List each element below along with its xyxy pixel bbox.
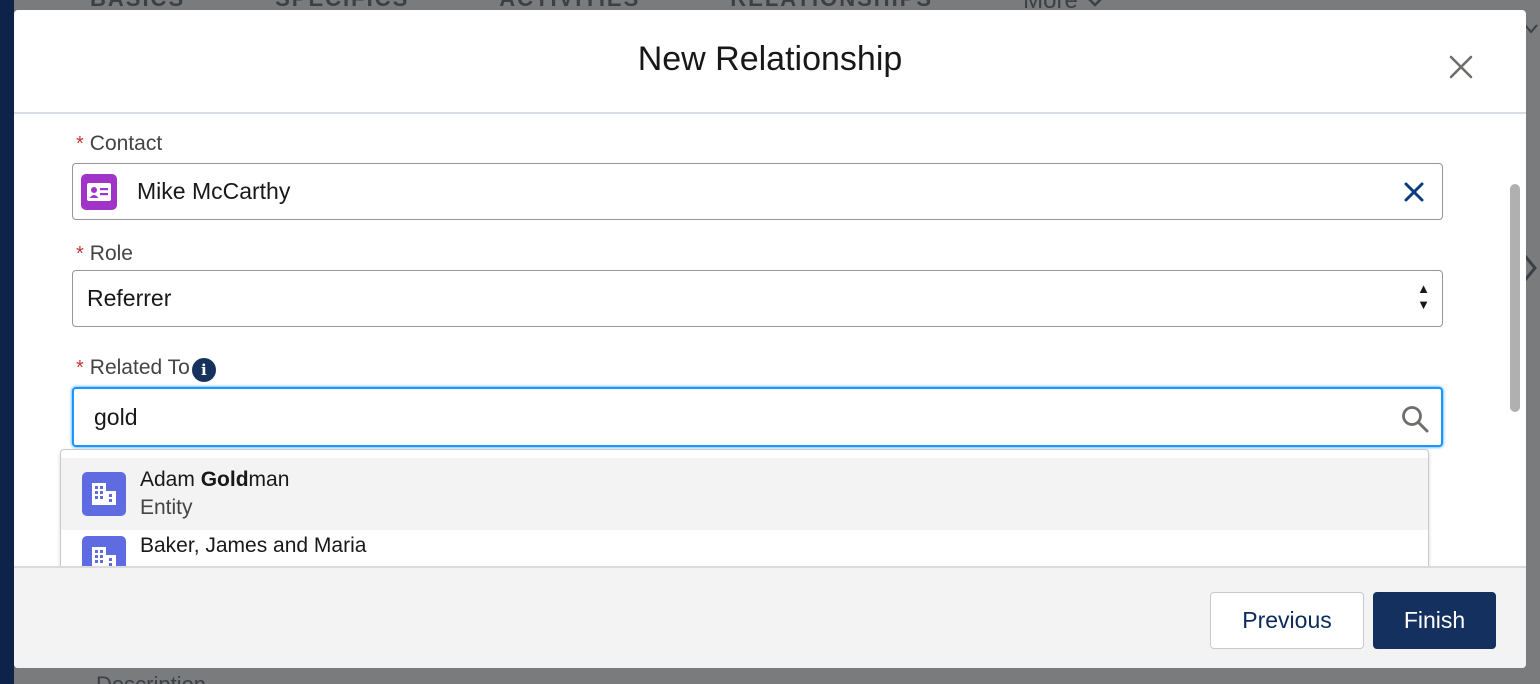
search-button[interactable] xyxy=(1397,401,1433,437)
clear-contact-button[interactable] xyxy=(1398,176,1430,208)
modal-body: * Contact Mike McCarthy * Role Referrer … xyxy=(14,116,1526,568)
contact-value: Mike McCarthy xyxy=(137,178,291,204)
related-to-label-text: Related To xyxy=(89,356,190,379)
related-to-input[interactable] xyxy=(94,403,1374,431)
background-nav-strip xyxy=(0,0,14,684)
modal-title: New Relationship xyxy=(637,40,903,78)
related-to-search-field[interactable] xyxy=(72,387,1443,447)
option-match-highlight: Gold xyxy=(200,468,249,491)
modal-footer: Previous Finish xyxy=(14,566,1526,668)
modal-header: New Relationship xyxy=(14,10,1526,114)
close-icon xyxy=(1449,55,1473,79)
search-icon xyxy=(1402,406,1429,433)
chevron-down-icon xyxy=(1088,0,1102,7)
option-title: Adam Goldman xyxy=(140,468,290,491)
building-icon xyxy=(82,472,126,516)
chevron-down-small-icon xyxy=(1524,18,1538,39)
contact-card-icon xyxy=(81,173,117,210)
option-title: Baker, James and Maria xyxy=(140,534,367,557)
modal-scrollbar[interactable] xyxy=(1510,184,1520,412)
clear-icon xyxy=(1404,182,1424,202)
select-arrows-icon: ▲ ▼ xyxy=(1417,281,1430,312)
background-description-label: Description xyxy=(96,672,206,684)
building-icon xyxy=(82,536,126,568)
previous-button[interactable]: Previous xyxy=(1210,592,1364,649)
role-label: * Role xyxy=(76,242,133,266)
option-text: Adam Goldman Entity xyxy=(140,466,289,522)
option-subtitle: Entity xyxy=(140,496,193,519)
list-item[interactable]: Adam Goldman Entity xyxy=(61,458,1428,530)
list-item[interactable]: Baker, James and Maria xyxy=(61,530,1428,568)
required-marker: * xyxy=(76,356,84,379)
required-marker: * xyxy=(76,132,84,155)
contact-label-text: Contact xyxy=(89,132,163,155)
search-results-dropdown: Adam Goldman Entity Baker, James and Mar… xyxy=(60,449,1429,568)
required-marker: * xyxy=(76,242,84,265)
role-select[interactable]: Referrer ▲ ▼ xyxy=(72,270,1443,327)
info-icon[interactable]: i xyxy=(191,358,216,382)
role-label-text: Role xyxy=(89,242,133,265)
option-text: Baker, James and Maria xyxy=(140,532,366,560)
close-button[interactable] xyxy=(1444,50,1478,84)
related-to-label: * Related To i xyxy=(76,354,216,382)
new-relationship-modal: New Relationship * Contact Mike McCarthy… xyxy=(14,10,1526,668)
finish-button[interactable]: Finish xyxy=(1373,592,1496,649)
contact-lookup-field[interactable]: Mike McCarthy xyxy=(72,163,1443,220)
role-value: Referrer xyxy=(87,285,172,311)
contact-label: * Contact xyxy=(76,132,162,156)
